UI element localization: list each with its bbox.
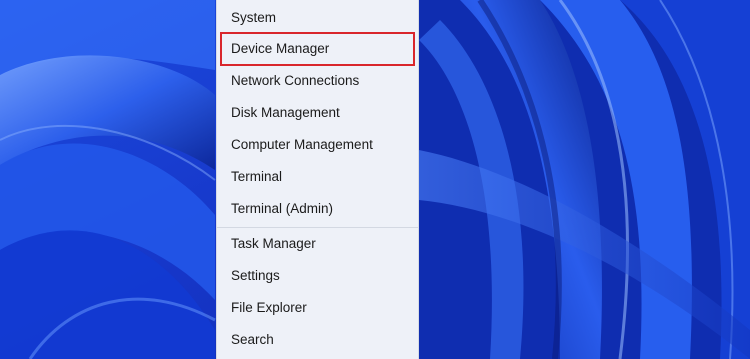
menu-item-device-manager[interactable]: Device Manager xyxy=(220,32,415,66)
menu-item-network-connections[interactable]: Network Connections xyxy=(221,65,414,97)
menu-item-terminal[interactable]: Terminal xyxy=(221,161,414,193)
menu-item-disk-management[interactable]: Disk Management xyxy=(221,97,414,129)
menu-item-settings[interactable]: Settings xyxy=(221,260,414,292)
quick-link-context-menu: System Device Manager Network Connection… xyxy=(216,0,419,359)
menu-item-file-explorer[interactable]: File Explorer xyxy=(221,292,414,324)
menu-item-system[interactable]: System xyxy=(221,2,414,34)
menu-item-search[interactable]: Search xyxy=(221,324,414,356)
menu-item-computer-management[interactable]: Computer Management xyxy=(221,129,414,161)
menu-item-terminal-admin[interactable]: Terminal (Admin) xyxy=(221,193,414,225)
menu-item-task-manager[interactable]: Task Manager xyxy=(221,228,414,260)
